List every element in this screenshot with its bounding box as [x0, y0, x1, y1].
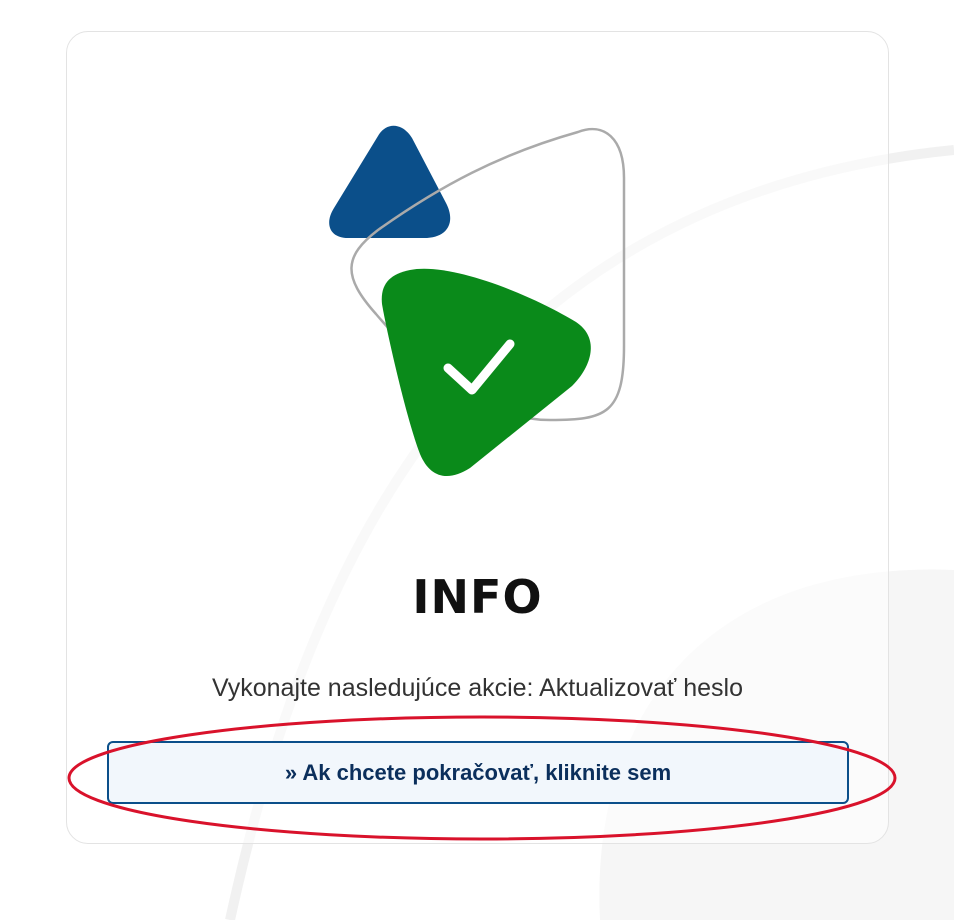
- continue-button-label: » Ak chcete pokračovať, kliknite sem: [284, 759, 672, 785]
- continue-button[interactable]: » Ak chcete pokračovať, kliknite sem: [107, 741, 849, 804]
- page: INFO Vykonajte nasledujúce akcie: Aktual…: [0, 0, 954, 920]
- info-message: Vykonajte nasledujúce akcie: Aktualizova…: [212, 674, 743, 702]
- page-title: INFO: [412, 570, 543, 624]
- success-check-icon: [329, 125, 626, 477]
